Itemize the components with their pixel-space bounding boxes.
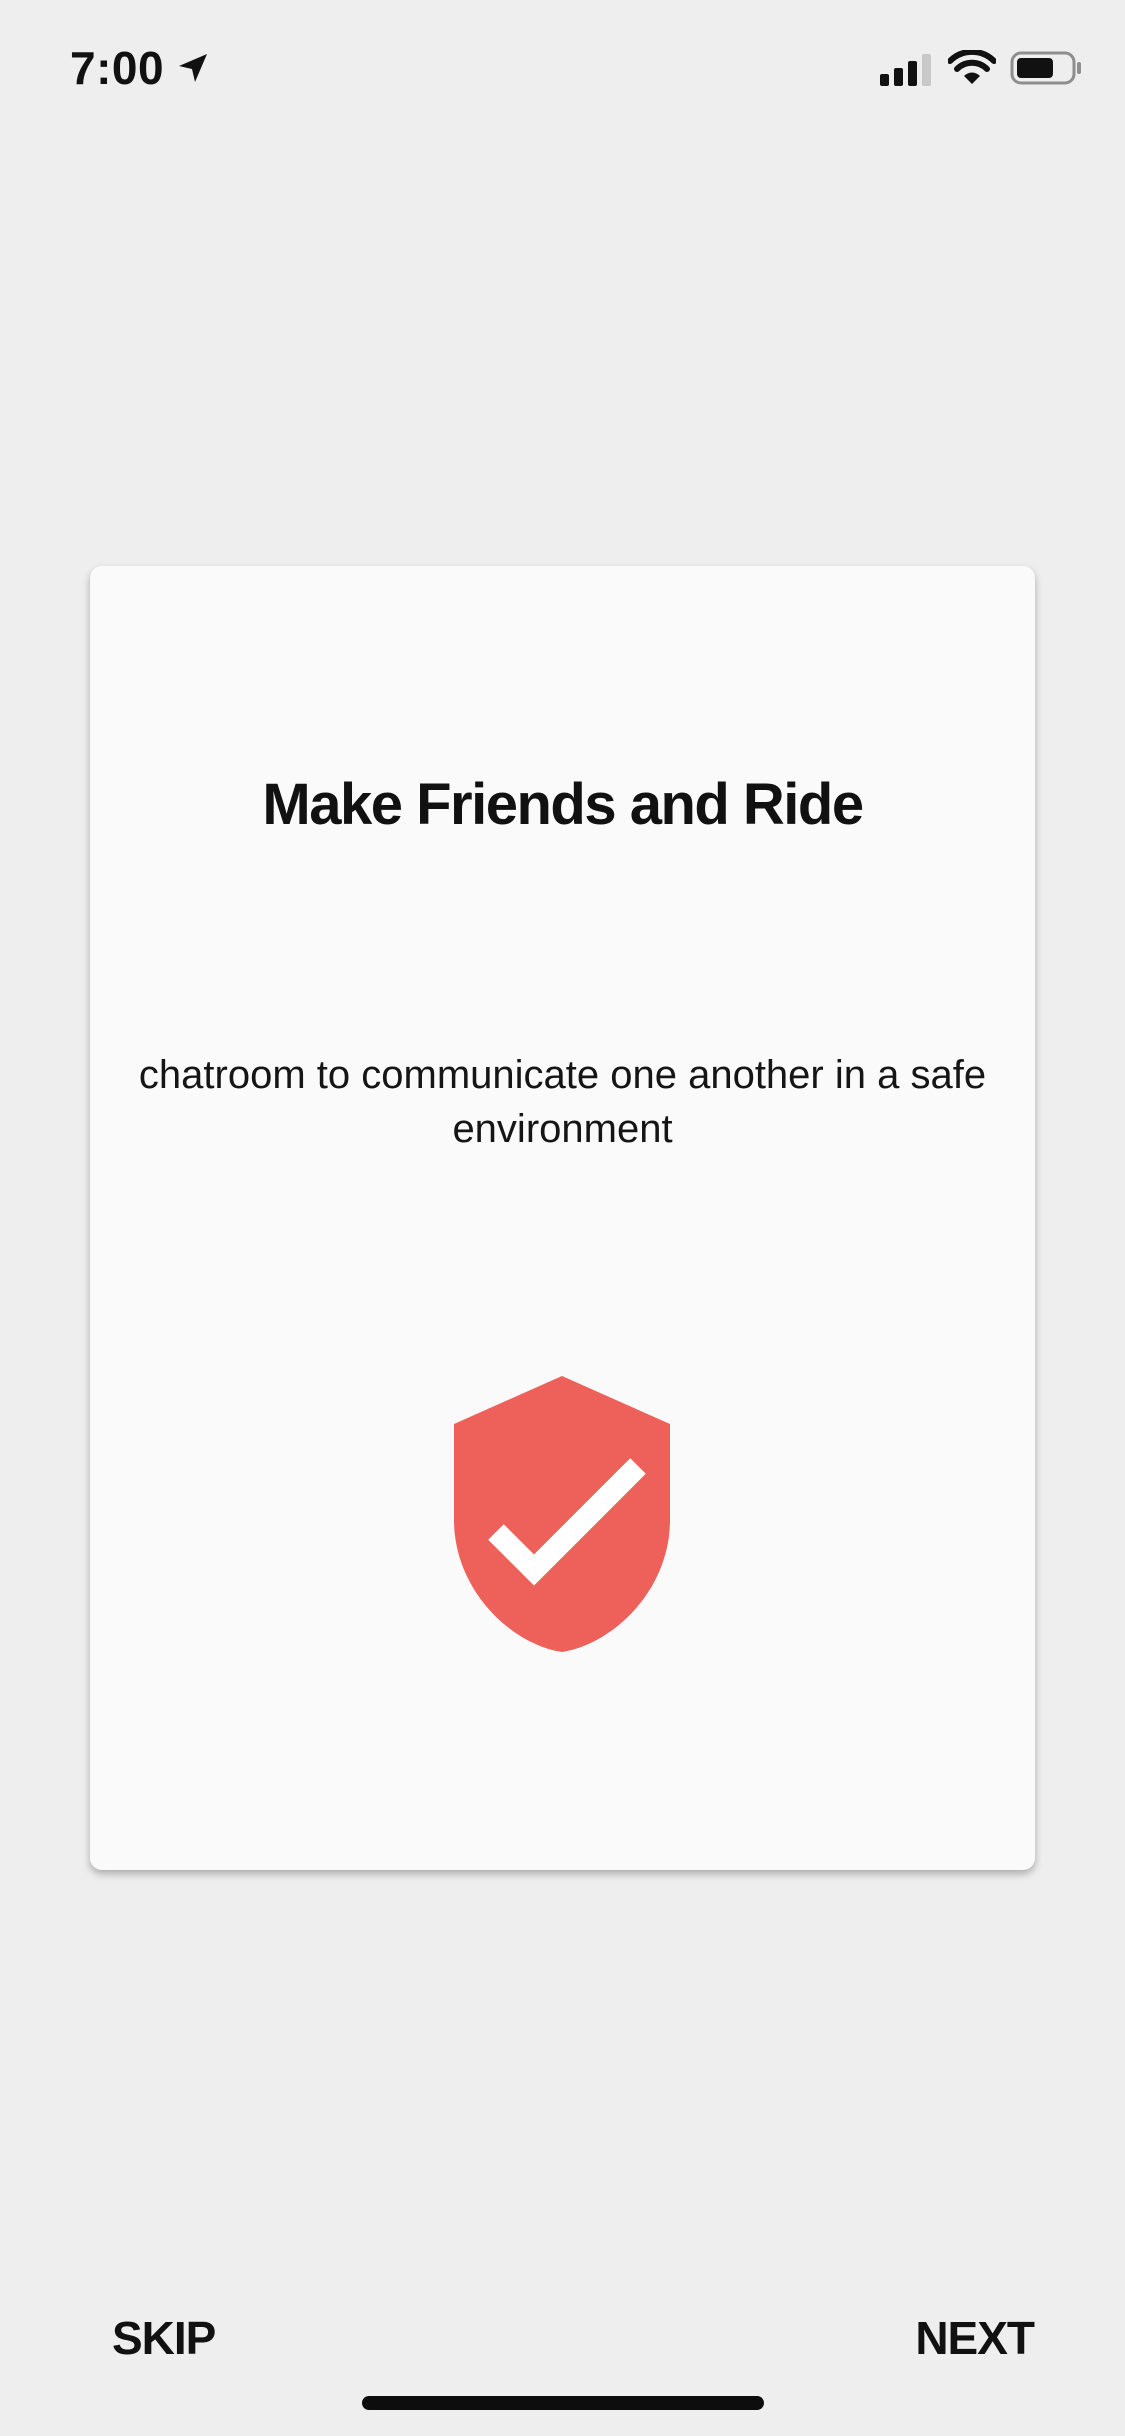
onboarding-title: Make Friends and Ride	[262, 772, 864, 837]
next-button[interactable]: NEXT	[884, 2302, 1035, 2374]
location-arrow-icon	[179, 54, 207, 82]
onboarding-description: chatroom to communicate one another in a…	[138, 1053, 987, 1151]
wifi-icon	[948, 50, 996, 84]
onboarding-card	[90, 566, 1035, 1870]
status-bar: 7:00	[0, 0, 1125, 132]
cellular-signal-icon	[880, 54, 931, 86]
status-time: 7:00	[70, 42, 165, 94]
shield-check-icon	[454, 1376, 670, 1652]
battery-icon	[1010, 51, 1081, 85]
skip-button[interactable]: SKIP	[100, 2302, 240, 2374]
home-indicator[interactable]	[362, 2396, 764, 2410]
